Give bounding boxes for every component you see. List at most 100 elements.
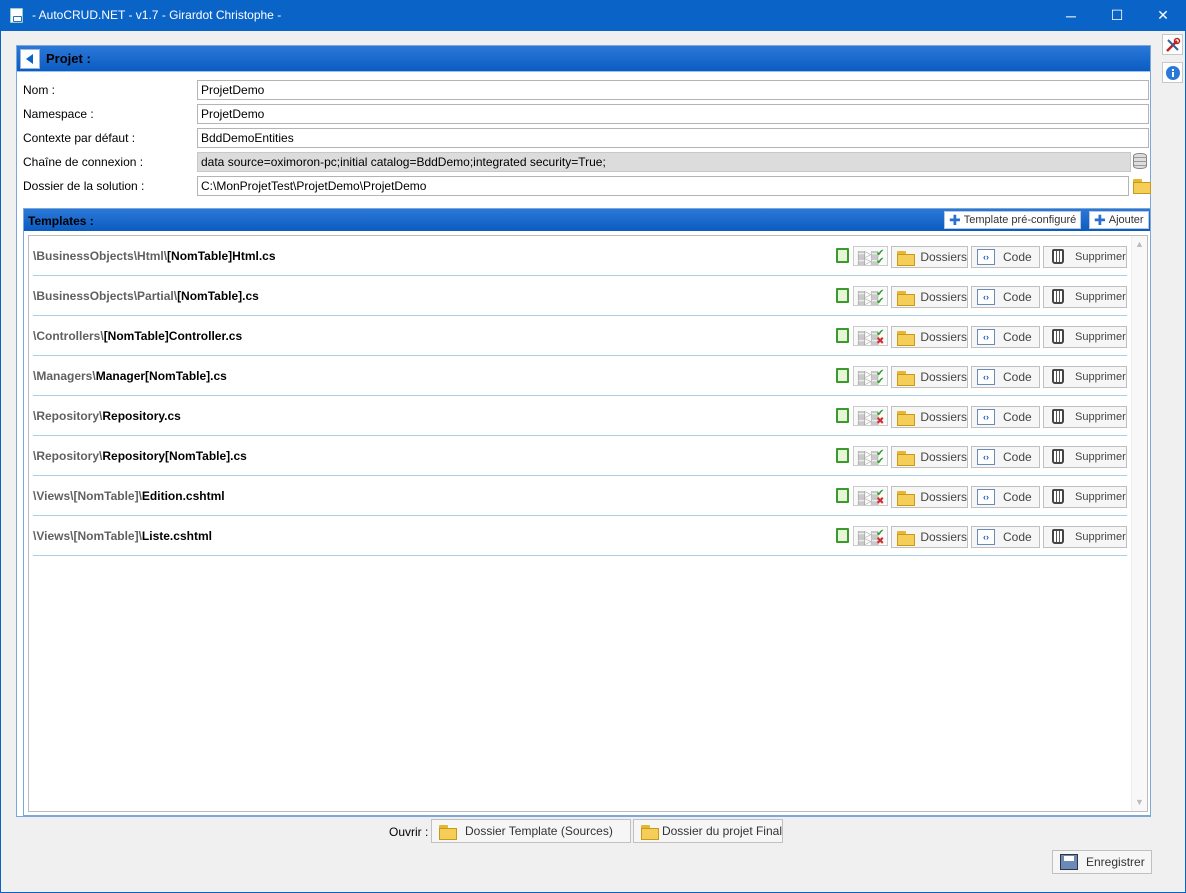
code-button[interactable]: ‹› Code: [971, 326, 1040, 348]
delete-button[interactable]: Supprimer: [1043, 286, 1127, 308]
folders-label: Dossiers: [920, 530, 967, 544]
template-dir: \Views\[NomTable]\: [33, 529, 142, 543]
preconfigured-template-button[interactable]: ✚ Template pré-configuré: [944, 211, 1082, 229]
mapping-status-icon[interactable]: ▤▷▤ ▤▷▤ ✔ ✖: [853, 406, 888, 427]
file-icon[interactable]: [836, 248, 849, 263]
add-template-button[interactable]: ✚ Ajouter: [1089, 211, 1149, 229]
info-icon[interactable]: [1162, 62, 1183, 83]
folders-button[interactable]: Dossiers: [891, 526, 968, 548]
field-label: Contexte par défaut :: [23, 131, 136, 145]
template-row[interactable]: \BusinessObjects\Html\[NomTable]Html.cs ▤…: [33, 236, 1127, 276]
minimize-button[interactable]: ─: [1048, 0, 1094, 31]
folders-button[interactable]: Dossiers: [891, 406, 968, 428]
folders-button[interactable]: Dossiers: [891, 326, 968, 348]
mapping-status-icon[interactable]: ▤▷▤ ▤▷▤ ✔ ✖: [853, 326, 888, 347]
code-label: Code: [1003, 450, 1032, 464]
mapping-status-icon[interactable]: ▤▷▤ ▤▷▤ ✔ ✔: [853, 366, 888, 387]
folders-label: Dossiers: [920, 330, 967, 344]
trash-icon: [1049, 369, 1067, 385]
database-icon[interactable]: [1133, 153, 1151, 171]
code-button[interactable]: ‹› Code: [971, 246, 1040, 268]
field-contexte: Contexte par défaut : BddDemoEntities: [23, 128, 1153, 148]
folders-button[interactable]: Dossiers: [891, 446, 968, 468]
code-button[interactable]: ‹› Code: [971, 406, 1040, 428]
delete-button[interactable]: Supprimer: [1043, 446, 1127, 468]
code-button[interactable]: ‹› Code: [971, 446, 1040, 468]
delete-button[interactable]: Supprimer: [1043, 526, 1127, 548]
folders-button[interactable]: Dossiers: [891, 286, 968, 308]
folders-button[interactable]: Dossiers: [891, 366, 968, 388]
close-button[interactable]: ✕: [1140, 0, 1186, 31]
code-button[interactable]: ‹› Code: [971, 286, 1040, 308]
template-row[interactable]: \Views\[NomTable]\Edition.cshtml ▤▷▤ ▤▷▤ ✔ ✖…: [33, 476, 1127, 516]
template-file: [NomTable]Html.cs: [167, 249, 276, 263]
scroll-down-icon[interactable]: ▼: [1135, 797, 1144, 807]
file-icon[interactable]: [836, 488, 849, 503]
field-label: Dossier de la solution :: [23, 179, 145, 193]
delete-button[interactable]: Supprimer: [1043, 406, 1127, 428]
file-icon[interactable]: [836, 328, 849, 343]
delete-button[interactable]: Supprimer: [1043, 366, 1127, 388]
open-label: Ouvrir :: [389, 825, 429, 839]
mapping-status-icon[interactable]: ▤▷▤ ▤▷▤ ✔ ✔: [853, 446, 888, 467]
mapping-status-icon[interactable]: ▤▷▤ ▤▷▤ ✔ ✔: [853, 286, 888, 307]
scroll-up-icon[interactable]: ▲: [1135, 239, 1144, 249]
mapping-status-icon[interactable]: ▤▷▤ ▤▷▤ ✔ ✖: [853, 526, 888, 547]
folders-button[interactable]: Dossiers: [891, 246, 968, 268]
maximize-button[interactable]: ☐: [1094, 0, 1140, 31]
back-arrow-icon[interactable]: [20, 49, 40, 69]
project-folder-button[interactable]: Dossier du projet Final: [633, 819, 783, 843]
mapping-status-icon[interactable]: ▤▷▤ ▤▷▤ ✔ ✔: [853, 246, 888, 267]
code-label: Code: [1003, 290, 1032, 304]
connexion-input[interactable]: data source=oximoron-pc;initial catalog=…: [197, 152, 1131, 172]
file-icon[interactable]: [836, 408, 849, 423]
namespace-input[interactable]: ProjetDemo: [197, 104, 1149, 124]
nom-input[interactable]: ProjetDemo: [197, 80, 1149, 100]
code-button[interactable]: ‹› Code: [971, 366, 1040, 388]
save-button[interactable]: Enregistrer: [1052, 850, 1152, 874]
solution-input[interactable]: C:\MonProjetTest\ProjetDemo\ProjetDemo: [197, 176, 1129, 196]
folders-button[interactable]: Dossiers: [891, 486, 968, 508]
vertical-scrollbar[interactable]: ▲ ▼: [1131, 236, 1147, 811]
template-row[interactable]: \Repository\Repository.cs ▤▷▤ ▤▷▤ ✔ ✖ Dossier…: [33, 396, 1127, 436]
delete-button[interactable]: Supprimer: [1043, 246, 1127, 268]
save-icon: [1060, 854, 1078, 870]
folder-icon: [897, 489, 916, 506]
preconfigured-template-label: Template pré-configuré: [963, 214, 1077, 226]
code-label: Code: [1003, 490, 1032, 504]
tools-icon[interactable]: [1162, 34, 1183, 55]
file-icon[interactable]: [836, 368, 849, 383]
trash-icon: [1049, 329, 1067, 345]
trash-icon: [1049, 489, 1067, 505]
template-row[interactable]: \Controllers\[NomTable]Controller.cs ▤▷▤ ▤…: [33, 316, 1127, 356]
template-row[interactable]: \Repository\Repository[NomTable].cs ▤▷▤ ▤▷…: [33, 436, 1127, 476]
code-label: Code: [1003, 410, 1032, 424]
folder-icon[interactable]: [1133, 177, 1151, 195]
file-icon[interactable]: [836, 448, 849, 463]
contexte-input[interactable]: BddDemoEntities: [197, 128, 1149, 148]
trash-icon: [1049, 409, 1067, 425]
code-button[interactable]: ‹› Code: [971, 526, 1040, 548]
delete-button[interactable]: Supprimer: [1043, 486, 1127, 508]
template-path: \BusinessObjects\Html\[NomTable]Html.cs: [33, 249, 276, 263]
delete-button[interactable]: Supprimer: [1043, 326, 1127, 348]
title-bar: - AutoCRUD.NET - v1.7 - Girardot Christo…: [0, 0, 1186, 31]
client-area: Projet : Nom : ProjetDemo Namespace : Pr…: [1, 31, 1185, 892]
field-nom: Nom : ProjetDemo: [23, 80, 1153, 100]
template-folder-button[interactable]: Dossier Template (Sources): [431, 819, 631, 843]
mapping-status-icon[interactable]: ▤▷▤ ▤▷▤ ✔ ✖: [853, 486, 888, 507]
delete-label: Supprimer: [1075, 531, 1126, 543]
template-row[interactable]: \Views\[NomTable]\Liste.cshtml ▤▷▤ ▤▷▤ ✔ ✖ Do…: [33, 516, 1127, 556]
file-icon[interactable]: [836, 528, 849, 543]
right-toolbar: [1162, 34, 1184, 90]
template-dir: \Managers\: [33, 369, 96, 383]
template-row[interactable]: \Managers\Manager[NomTable].cs ▤▷▤ ▤▷▤ ✔ ✔ Do…: [33, 356, 1127, 396]
add-template-label: Ajouter: [1108, 214, 1144, 226]
template-file: Edition.cshtml: [141, 489, 225, 503]
template-row[interactable]: \BusinessObjects\Partial\[NomTable].cs ▤▷…: [33, 276, 1127, 316]
cross-icon: ✖: [876, 416, 885, 427]
code-button[interactable]: ‹› Code: [971, 486, 1040, 508]
file-icon[interactable]: [836, 288, 849, 303]
template-file: Repository[NomTable].cs: [102, 449, 247, 463]
template-list[interactable]: ▲ ▼ \BusinessObjects\Html\[NomTable]Html…: [28, 235, 1148, 812]
